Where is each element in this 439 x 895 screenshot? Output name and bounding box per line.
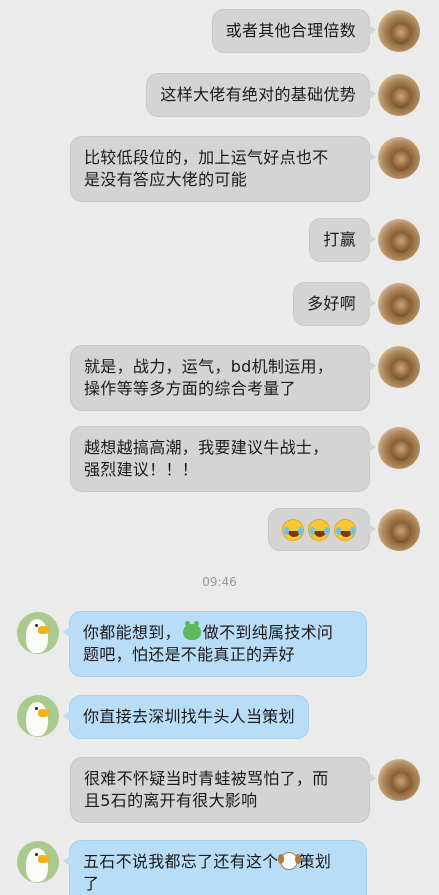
message-bubble[interactable]: 你直接去深圳找牛头人当策划 — [63, 695, 309, 739]
message-text-line: 强烈建议！！！ — [84, 460, 199, 479]
avatar[interactable] — [17, 612, 59, 654]
avatar[interactable] — [378, 219, 420, 261]
duck-beak — [38, 709, 50, 717]
dog-emoji-icon — [277, 852, 298, 870]
message-text-line: 了 — [83, 874, 100, 893]
message-text-line: 越想越搞高潮，我要建议牛战士， — [84, 438, 329, 457]
message-text-line: 是没有答应大佬的可能 — [84, 170, 248, 189]
message-text: 你直接去深圳找牛头人当策划 — [83, 707, 295, 726]
message-bubble[interactable]: 越想越搞高潮，我要建议牛战士， 强烈建议！！！ — [70, 426, 376, 492]
frog-emoji-icon — [182, 621, 201, 640]
avatar[interactable] — [378, 137, 420, 179]
avatar[interactable] — [378, 10, 420, 52]
avatar[interactable] — [378, 283, 420, 325]
message-bubble[interactable]: 或者其他合理倍数 — [211, 9, 377, 53]
message-bubble[interactable]: 五石不说我都忘了还有这个 策划 了 — [63, 840, 367, 895]
duck-eye — [35, 624, 38, 627]
message-text: 多好啊 — [307, 294, 356, 313]
avatar[interactable] — [378, 74, 420, 116]
message-text-line: 且5石的离开有很大影响 — [84, 791, 258, 810]
message-bubble[interactable]: 这样大佬有绝对的基础优势 — [146, 73, 376, 117]
duck-eye — [35, 707, 38, 710]
message-text-line: 就是，战力，运气，bd机制运用， — [84, 357, 334, 376]
duck-beak — [38, 626, 50, 634]
message-text: 五石不说我都忘了还有这个 — [83, 852, 279, 871]
avatar[interactable] — [17, 695, 59, 737]
duck-eye — [35, 853, 38, 856]
message-text: 你都能想到， — [83, 623, 181, 642]
avatar[interactable] — [378, 346, 420, 388]
message-text: 这样大佬有绝对的基础优势 — [160, 85, 356, 104]
message-bubble[interactable]: 打赢 — [309, 218, 376, 262]
message-bubble[interactable] — [268, 508, 376, 551]
message-bubble[interactable]: 就是，战力，运气，bd机制运用， 操作等等多方面的综合考量了 — [70, 345, 376, 411]
message-text: 做不到纯属技术问 — [202, 623, 334, 642]
message-text: 或者其他合理倍数 — [225, 21, 356, 40]
message-text-line: 操作等等多方面的综合考量了 — [84, 379, 296, 398]
message-text-line: 题吧，怕还是不能真正的弄好 — [83, 645, 295, 664]
duck-beak — [38, 855, 50, 863]
laughing-tears-emoji-icon — [308, 518, 330, 541]
message-bubble[interactable]: 很难不怀疑当时青蛙被骂怕了，而 且5石的离开有很大影响 — [70, 757, 376, 823]
message-bubble[interactable]: 多好啊 — [293, 282, 376, 326]
message-text: 策划 — [298, 852, 332, 871]
laughing-tears-emoji-icon — [282, 518, 304, 541]
message-text: 打赢 — [323, 230, 356, 249]
message-text-line: 比较低段位的，加上运气好点也不 — [84, 148, 329, 167]
message-bubble[interactable]: 比较低段位的，加上运气好点也不 是没有答应大佬的可能 — [70, 136, 376, 202]
avatar[interactable] — [378, 759, 420, 801]
laughing-tears-emoji-icon — [334, 518, 356, 541]
avatar[interactable] — [17, 841, 59, 883]
message-text-line: 你都能想到， 做不到纯属技术问 — [83, 621, 353, 644]
message-bubble[interactable]: 你都能想到， 做不到纯属技术问 题吧，怕还是不能真正的弄好 — [63, 611, 367, 677]
message-text-line: 五石不说我都忘了还有这个 策划 — [83, 851, 353, 873]
timestamp: 09:46 — [202, 575, 237, 589]
message-text-line: 很难不怀疑当时青蛙被骂怕了，而 — [84, 769, 329, 788]
avatar[interactable] — [378, 427, 420, 469]
avatar[interactable] — [378, 509, 420, 551]
